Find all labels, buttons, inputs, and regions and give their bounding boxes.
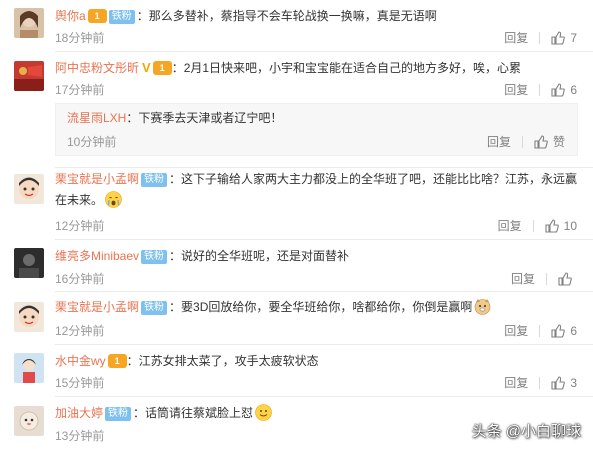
comment-actions: 回复 [511,272,577,286]
comment-actions: 回复 7 [504,31,577,45]
doge-emoji-icon [474,298,491,315]
thumbs-up-icon[interactable] [545,219,559,233]
divider [55,239,593,240]
like-count[interactable]: 10 [564,219,577,233]
thumbs-up-icon[interactable] [534,135,548,149]
username-link[interactable]: 流星雨LXH [67,111,126,125]
divider [55,51,593,52]
comment-actions: 回复 赞 [487,135,565,149]
comment-time: 18分钟前 [55,31,105,45]
avatar[interactable] [14,353,44,383]
comment-time: 10分钟前 [67,135,117,149]
comment-line: 舆你a 1 铁粉 ：那么多替补，蔡指导不会车轮战换一换嘛，真是无语啊 [55,7,585,25]
comment-text: ：话筒请往蔡斌脸上怼 [133,406,254,420]
comment-line: 维亮多Minibaev 铁粉 ：说好的全华班呢，还是对面替补 [55,247,585,265]
avatar[interactable] [14,302,44,332]
username-link[interactable]: 阿中忠粉文彤昕 [55,61,139,75]
separator [539,377,541,389]
separator [539,325,541,337]
reply-button[interactable]: 回复 [504,83,528,97]
fan-badge: 铁粉 [108,10,135,24]
comment-text: ：说好的全华班呢，还是对面替补 [169,249,350,263]
vip-icon: 1 [107,354,127,368]
username-link[interactable]: 栗宝就是小孟啊 [55,172,139,186]
comment-time: 16分钟前 [55,272,105,286]
thumbs-up-icon[interactable] [551,376,566,390]
separator [539,84,541,96]
divider [55,167,593,168]
reply-button[interactable]: 回复 [504,31,528,45]
like-label[interactable]: 赞 [553,135,565,149]
separator [532,220,534,232]
avatar[interactable] [14,248,44,278]
reply-button[interactable]: 回复 [511,272,535,286]
username-link[interactable]: 维亮多Minibaev [55,249,139,263]
like-count[interactable]: 6 [570,324,577,338]
reply-button[interactable]: 回复 [498,219,522,233]
fan-badge: 铁粉 [141,301,168,315]
comment-text: ：下赛季去天津或者辽宁吧！ [126,111,283,125]
divider [55,396,593,397]
fan-badge: 铁粉 [141,173,168,187]
vip-icon: 1 [152,61,172,75]
comment-line: 栗宝就是小孟啊 铁粉 ：这下子输给人家两大主力都没上的全华班了吧，还能比比啥？江苏，… [55,169,579,211]
comment-text: ：2月1日快来吧，小宇和宝宝能在适合自己的地方多好，唉，心累 [171,61,522,75]
avatar[interactable] [14,406,44,436]
fan-badge: 铁粉 [141,250,168,264]
separator [539,32,541,44]
comment-line: 阿中忠粉文彤昕 V 1 ：2月1日快来吧，小宇和宝宝能在适合自己的地方多好，唉，心累 [55,59,585,77]
comment-actions: 回复 10 [498,219,577,233]
comment-actions: 回复 6 [504,324,577,338]
thumbs-up-icon[interactable] [551,324,566,338]
like-count[interactable]: 6 [570,83,577,97]
sub-comment-box: 流星雨LXH：下赛季去天津或者辽宁吧！ 10分钟前 回复 赞 [55,103,578,156]
thumbs-up-icon[interactable] [558,272,572,286]
verified-icon: V [142,60,151,75]
comment-line: 水中金wy 1 ：江苏女排太菜了，攻手太疲软状态 [55,352,585,370]
divider [55,291,593,292]
thumbs-up-icon[interactable] [551,83,566,97]
username-link[interactable]: 栗宝就是小孟啊 [55,300,139,314]
reply-button[interactable]: 回复 [504,376,528,390]
reply-button[interactable]: 回复 [487,135,511,149]
comment-actions: 回复 3 [504,376,577,390]
comment-time: 13分钟前 [55,429,105,443]
smile-emoji-icon [255,404,272,421]
comment-line: 流星雨LXH：下赛季去天津或者辽宁吧！ [67,109,567,127]
comment-text: ：江苏女排太菜了，攻手太疲软状态 [126,354,319,368]
divider [55,344,593,345]
crying-emoji-icon [105,191,122,208]
comment-actions: 回复 6 [504,83,577,97]
like-count[interactable]: 7 [570,31,577,45]
comment-time: 15分钟前 [55,376,105,390]
comment-text: ：那么多替补，蔡指导不会车轮战换一换嘛，真是无语啊 [136,9,437,23]
username-link[interactable]: 加油大婷 [55,406,103,420]
vip-icon: 1 [87,9,107,23]
reply-button[interactable]: 回复 [504,324,528,338]
comment-time: 12分钟前 [55,324,105,338]
comment-line: 栗宝就是小孟啊 铁粉 ：要3D回放给你，要全华班给你，啥都给你，你倒是赢啊 [55,298,585,316]
username-link[interactable]: 水中金wy [55,354,106,368]
separator [546,273,547,285]
comment-time: 17分钟前 [55,83,105,97]
thumbs-up-icon[interactable] [551,31,566,45]
like-count[interactable]: 3 [570,376,577,390]
avatar[interactable] [14,61,44,91]
avatar[interactable] [14,8,44,38]
fan-badge: 铁粉 [105,407,132,421]
username-link[interactable]: 舆你a [55,9,86,23]
comment-time: 12分钟前 [55,219,105,233]
separator [521,136,523,148]
avatar[interactable] [14,174,44,204]
watermark: 头条 @小白聊球 [471,423,581,440]
comment-text: ：要3D回放给你，要全华班给你，啥都给你，你倒是赢啊 [169,300,473,314]
